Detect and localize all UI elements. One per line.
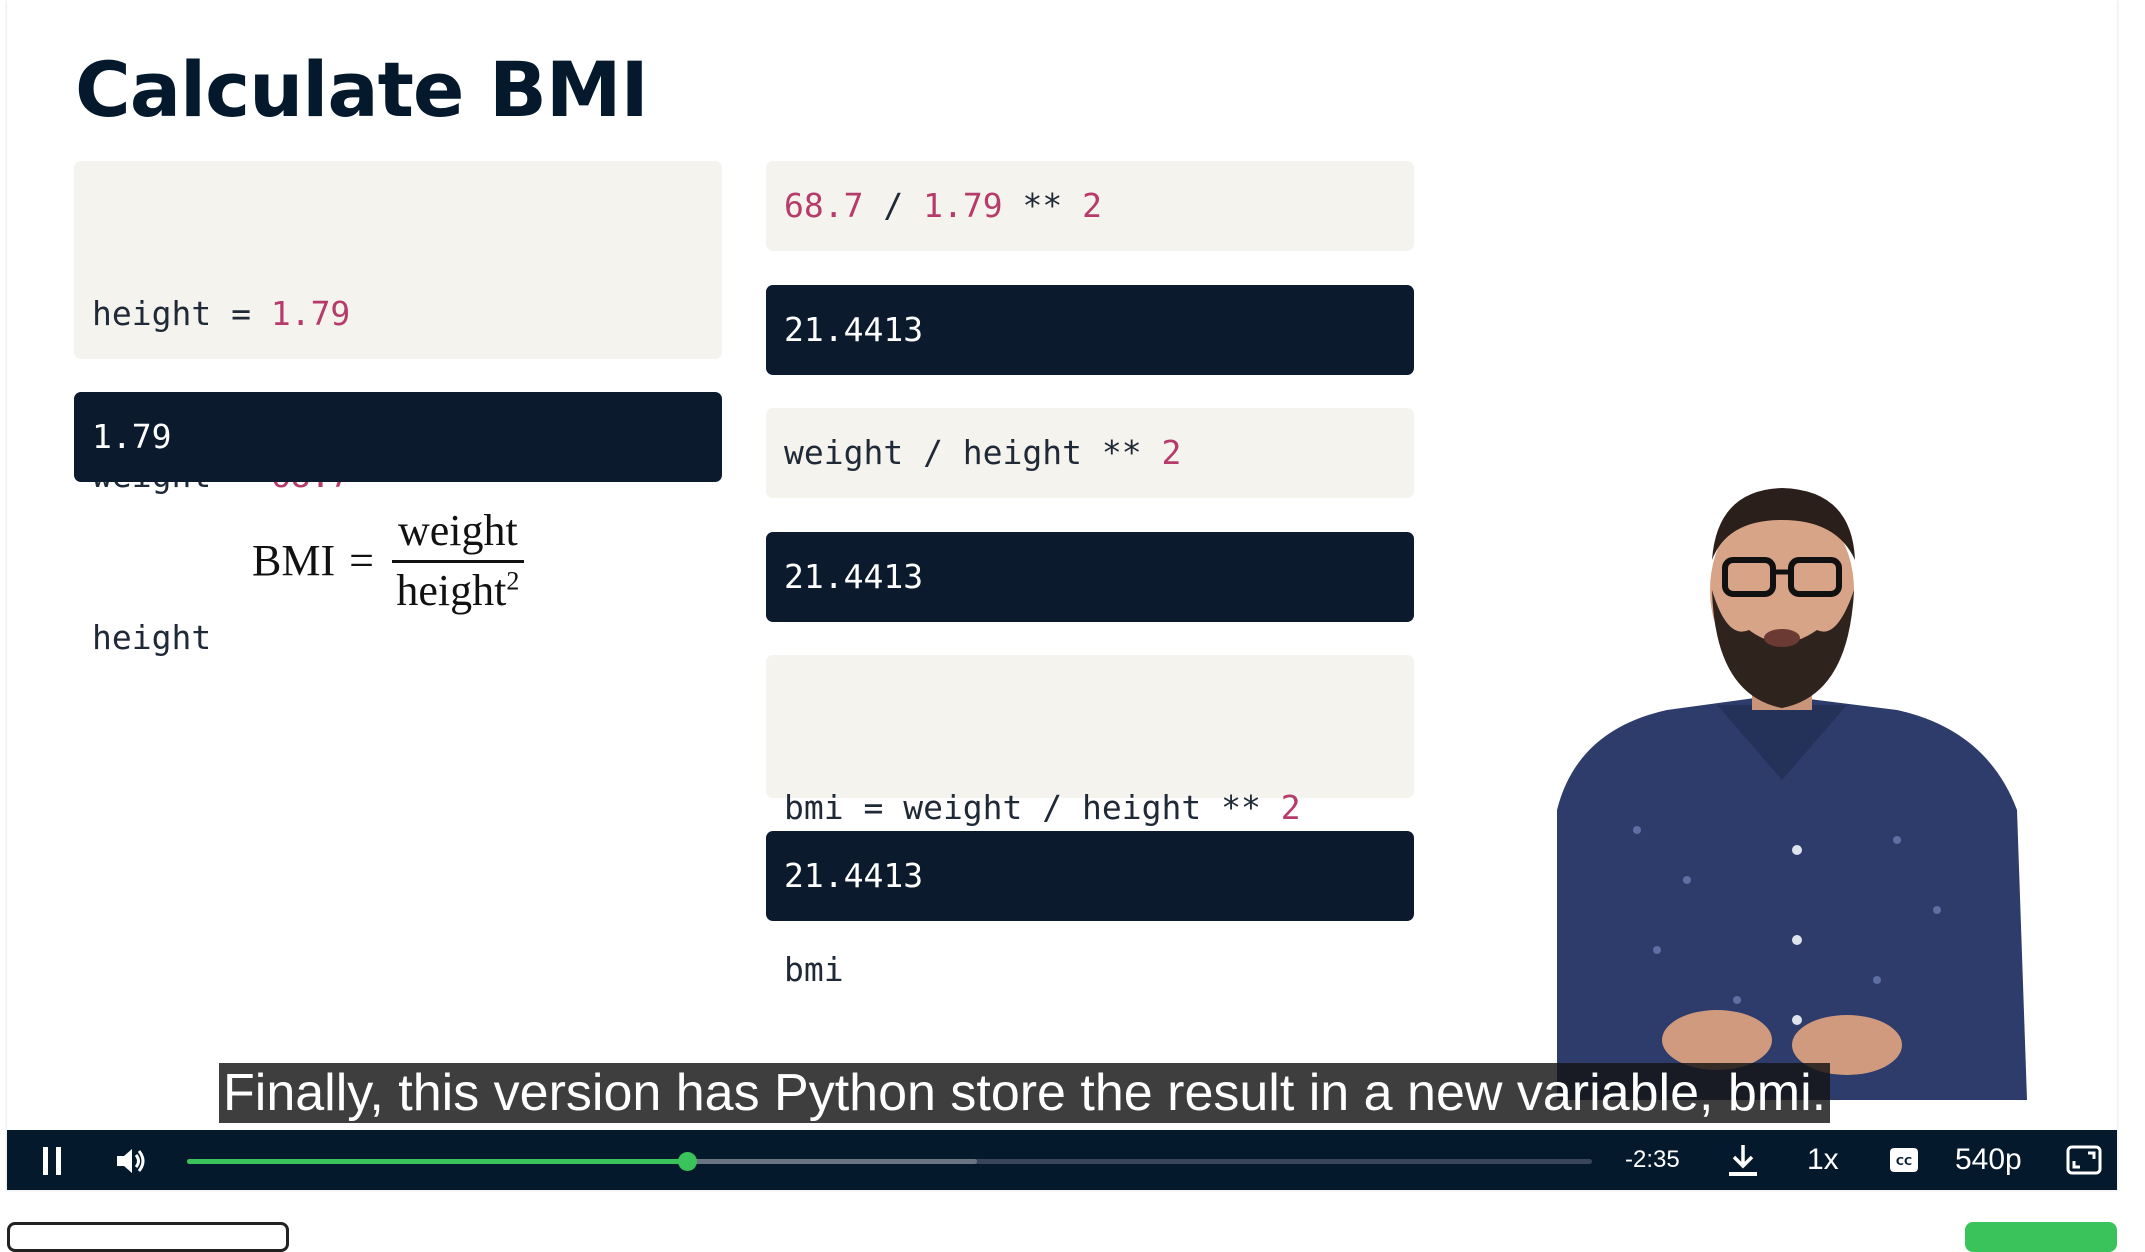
- time-remaining: -2:35: [1625, 1146, 1680, 1173]
- bmi-formula: BMI = weight height2: [252, 505, 524, 616]
- code-line: height = 1.79: [92, 294, 351, 333]
- code-block-literal: 68.7 / 1.79 ** 2: [766, 161, 1414, 251]
- code-block-assignment: bmi = weight / height ** 2 bmi: [766, 655, 1414, 989]
- code-output: 21.4413: [766, 285, 1414, 375]
- code-line: height: [92, 618, 212, 657]
- primary-action-button[interactable]: [1965, 1222, 2117, 1252]
- code-output: 1.79: [74, 392, 722, 482]
- code-output: 21.4413: [766, 831, 1414, 921]
- fullscreen-button[interactable]: [2065, 1142, 2103, 1178]
- code-block-variables: height = 1.79 weight = 68.7 height: [74, 161, 722, 657]
- code-line: bmi: [784, 950, 844, 989]
- pause-icon: [43, 1147, 61, 1175]
- closed-captions-icon: CC: [1890, 1148, 1918, 1172]
- scrubber-handle[interactable]: [678, 1152, 698, 1171]
- volume-icon: [117, 1149, 145, 1173]
- player-controls: -2:35 1x CC 540p: [7, 1130, 2117, 1190]
- code-line: bmi = weight / height ** 2: [784, 788, 1301, 827]
- subtitle-caption: Finally, this version has Python store t…: [219, 1063, 1831, 1123]
- download-button[interactable]: [1723, 1142, 1763, 1178]
- playback-speed-button[interactable]: 1x: [1807, 1142, 1839, 1178]
- quality-button[interactable]: 540p: [1955, 1142, 2022, 1178]
- secondary-action-button[interactable]: [7, 1222, 289, 1252]
- played-bar: [187, 1159, 688, 1164]
- code-output: 21.4413: [766, 532, 1414, 622]
- video-player[interactable]: Calculate BMI height = 1.79 weight = 68.…: [7, 0, 2117, 1190]
- formula-fraction: weight height2: [391, 505, 524, 616]
- code-block-variables-expression: weight / height ** 2: [766, 408, 1414, 498]
- captions-button[interactable]: CC: [1887, 1142, 1921, 1178]
- progress-bar[interactable]: [187, 1152, 1592, 1171]
- fullscreen-icon: [2066, 1145, 2102, 1175]
- volume-button[interactable]: [113, 1144, 149, 1178]
- pause-button[interactable]: [35, 1144, 69, 1178]
- presenter-video: [1557, 488, 2027, 1100]
- slide-title: Calculate BMI: [75, 45, 649, 134]
- svg-text:CC: CC: [1896, 1155, 1912, 1168]
- download-icon: [1729, 1145, 1757, 1176]
